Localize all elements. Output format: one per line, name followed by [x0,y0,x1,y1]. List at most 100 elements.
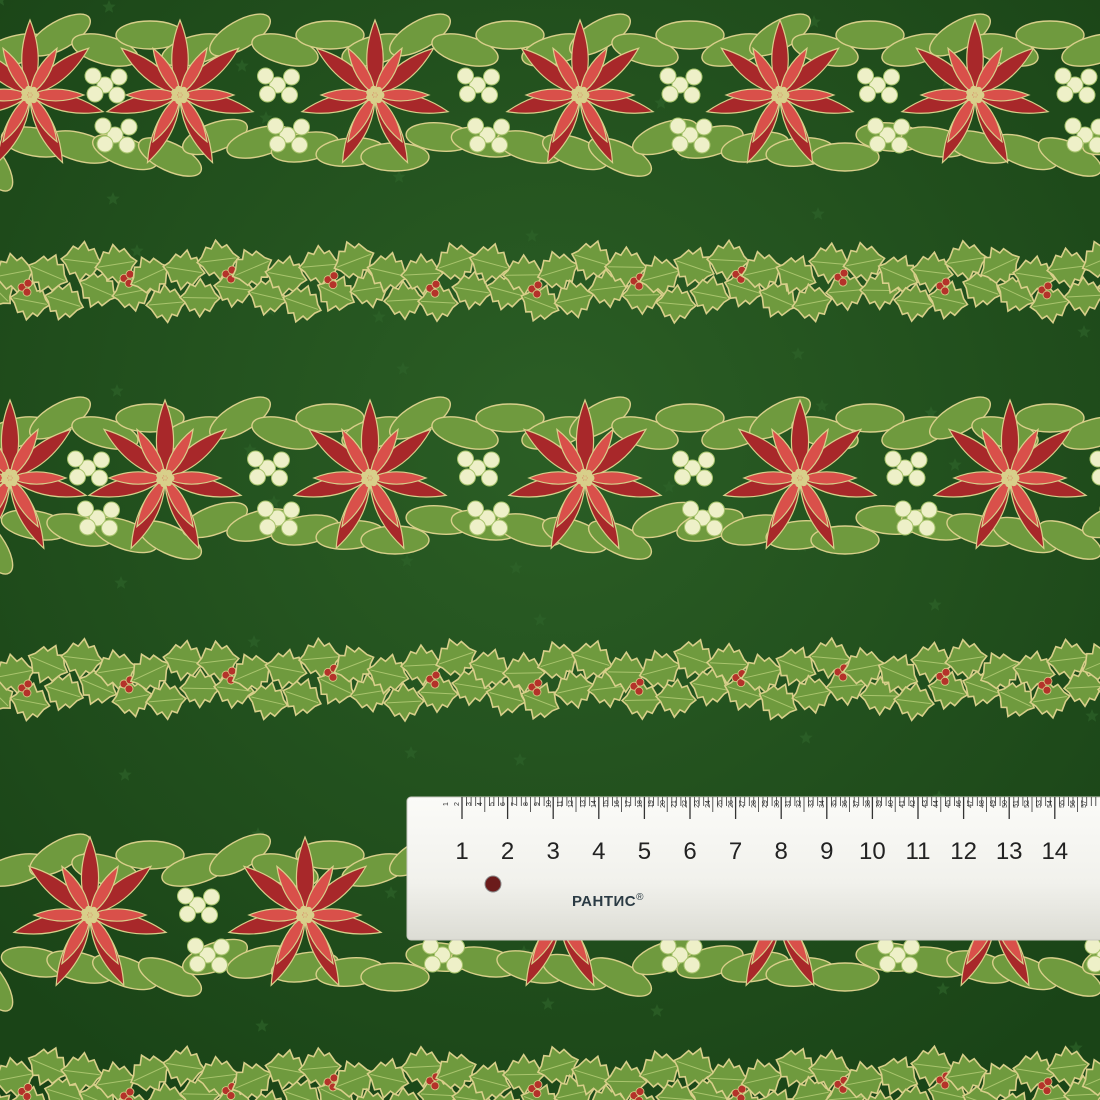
berry [532,687,542,697]
cream-flower [103,501,120,519]
ruler-mm-label: 14 [591,800,599,808]
berry [227,666,237,676]
cream-flower [77,500,94,518]
cream-flower [69,468,86,486]
ruler-cm-label: 5 [637,838,652,865]
cream-flower [273,451,290,469]
holly-leaf-vein [505,274,543,276]
cream-flower [459,468,476,486]
ruler-mm-label: 52 [1024,800,1032,808]
cream-flower [869,135,886,153]
ruler-cm-label: 4 [592,838,606,865]
ruler-mm-label: 34 [819,800,827,808]
ruler-mm-label: 12 [568,800,576,808]
ruler-cm-label: 14 [1041,838,1069,865]
cream-flower [467,117,484,135]
cream-flower [213,938,230,956]
cream-flower [695,118,713,136]
poinsettia-center [305,906,313,914]
ruler [406,796,1100,941]
berry [838,277,848,287]
cream-flower [211,956,228,974]
ruler-cm-label: 13 [995,838,1023,865]
berry [635,1087,645,1097]
berry [124,684,134,694]
cream-flower [671,135,689,153]
ruler-mm-label: 32 [796,800,804,808]
berry [941,667,951,677]
ruler-mm-label: 49 [990,800,998,808]
berry [1043,281,1053,291]
ruler-cm-label: 2 [500,838,515,865]
poinsettia-center [585,469,593,477]
berry [125,1087,135,1097]
poinsettia-center [780,86,788,94]
cream-flower [203,888,220,906]
ruler-mm-label: 21 [671,800,678,808]
berry [533,280,543,290]
berry [634,686,644,696]
ruler-body [406,796,1100,941]
ruler-mm-label: 28 [750,800,758,808]
garland-leaf [810,962,880,992]
cream-flower [493,118,510,136]
cream-flower [93,451,110,469]
cream-flower [469,518,486,536]
cream-flower [91,469,108,487]
berry [532,1089,542,1098]
ruler-mm-label: 18 [636,800,644,808]
garland-leaf [810,142,880,172]
fabric-photo [0,0,1100,1100]
berry [940,1080,950,1090]
ruler-mm-label: 27 [739,800,747,808]
cream-flower [293,118,310,136]
berry [1043,1077,1053,1087]
ruler-cm-label: 3 [546,838,560,865]
ruler-mm-label: 53 [1035,800,1043,808]
cream-flower [859,85,876,103]
cream-flower [189,955,206,973]
cream-flower [457,67,474,85]
berry [125,269,135,279]
cream-flower [674,468,691,486]
berry [1042,685,1052,695]
cream-flower [884,450,902,468]
holly-leaf-vein [505,672,543,674]
ruler-mm-label: 36 [842,800,849,808]
holly-leaf-vein [607,266,645,268]
ruler-mm-label: 15 [602,800,610,808]
ruler-mm-label: 29 [762,800,770,808]
holly-leaf-vein [182,687,218,690]
berry [839,268,849,278]
ruler-mm-label: 39 [876,800,884,808]
cream-flower [247,450,264,468]
poinsettia-center [580,86,588,94]
ruler-mm-label: 7 [511,802,519,806]
cream-flower [910,451,928,469]
ruler-mm-label: 22 [682,800,690,808]
ruler-mm-label: 33 [807,800,815,808]
cream-flower [682,500,699,518]
ruler-mm-label: 5 [488,802,496,806]
ruler-mm-label: 25 [716,800,724,808]
cream-flower [446,956,463,974]
cream-flower [886,468,904,486]
cream-flower [891,136,908,154]
berry [226,1091,236,1100]
cream-flower [708,501,725,519]
berry [533,678,543,688]
berry [430,288,440,298]
berry [23,679,33,689]
ruler-mm-label: 2 [454,802,462,806]
cream-flower [857,67,874,85]
cream-flower [84,67,102,85]
berry [430,679,440,689]
ruler-mm-label: 51 [1013,800,1020,808]
berry [328,280,338,290]
ruler-mm-label: 11 [557,800,564,808]
cream-flower [867,117,884,135]
ruler-mm-label: 56 [1070,800,1077,808]
cream-flower [883,68,900,86]
cream-flower [101,519,118,537]
ruler-mm-label: 17 [625,800,633,808]
